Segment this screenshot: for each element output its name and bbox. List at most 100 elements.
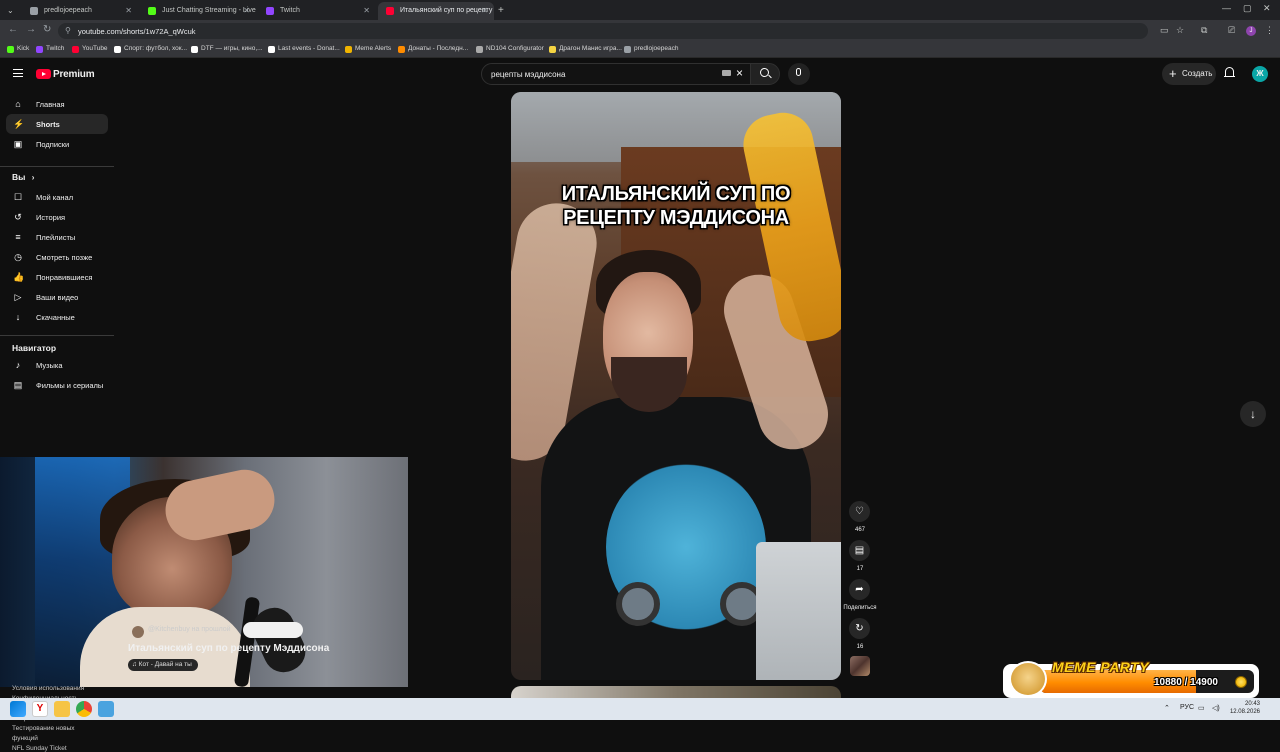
bookmark-star-icon[interactable]: ☆ (1176, 25, 1184, 36)
chrome-icon[interactable] (76, 701, 92, 717)
home-icon: ⌂ (15, 99, 21, 109)
sidebar-item-movies[interactable]: ▤ Фильмы и сериалы (6, 375, 108, 395)
back-arrow-icon[interactable]: ← (8, 24, 18, 35)
yandex-browser-icon[interactable]: Y (32, 701, 48, 717)
bookmark-item[interactable]: Донаты - Последн... (398, 45, 468, 53)
search-input[interactable]: рецепты мэддисона (481, 63, 754, 85)
youtube-premium-logo[interactable]: Premium (36, 68, 95, 80)
sidebar-item-watch-later[interactable]: ◷ Смотреть позже (6, 247, 108, 267)
video-caption-overlay: ИТАЛЬЯНСКИЙ СУП ПО РЕЦЕПТУ МЭДДИСОНА (511, 182, 841, 230)
share-arrow-icon: ➦ (855, 584, 864, 595)
sidebar-item-music[interactable]: ♪ Музыка (6, 355, 108, 375)
downloads-icon: ↓ (15, 312, 21, 322)
share-button[interactable]: ➦ (849, 579, 870, 600)
browser-menu-icon[interactable]: ⋮ (1265, 25, 1274, 36)
remix-button[interactable]: ↻ (849, 618, 870, 639)
close-window-icon[interactable]: ✕ (1263, 3, 1271, 14)
reading-list-icon[interactable]: ⎚ (1228, 25, 1235, 36)
profile-avatar-icon[interactable]: J (1246, 26, 1256, 36)
sidebar-item-shorts[interactable]: ⚡ Shorts (6, 114, 108, 134)
search-button[interactable] (750, 63, 780, 85)
browser-tab[interactable]: predlojoepeach ✕ (22, 2, 138, 20)
tab-close-icon[interactable]: ✕ (481, 6, 488, 15)
menu-hamburger-icon[interactable] (13, 69, 23, 77)
volume-icon[interactable]: ◁) (1212, 704, 1220, 712)
bookmark-label: ND104 Configurator (486, 45, 544, 52)
sidebar-item-channel[interactable]: ☐ Мой канал (6, 187, 108, 207)
minimize-icon[interactable]: — (1222, 3, 1231, 13)
subscribe-button[interactable] (243, 622, 303, 638)
taskbar-clock[interactable]: 20:43 12.08.2026 (1228, 700, 1260, 716)
bookmark-item[interactable]: Спорт: футбол, хок... (114, 45, 187, 53)
bookmark-item[interactable]: Twitch (36, 45, 64, 53)
file-explorer-icon[interactable] (54, 701, 70, 717)
windows-start-icon[interactable] (10, 701, 26, 717)
sidebar-item-playlists[interactable]: ≡ Плейлисты (6, 227, 108, 247)
footer-link[interactable]: Условия использования (12, 685, 84, 692)
sidebar-item-label: Подписки (36, 140, 70, 149)
sound-chip[interactable]: ♫ Кот - Давай на ты (128, 659, 198, 671)
you-section-header[interactable]: Вы › (12, 172, 34, 182)
tray-overflow-icon[interactable]: ⌃ (1164, 704, 1170, 712)
keyboard-language[interactable]: РУС (1180, 704, 1194, 711)
browser-tab[interactable]: Twitch ✕ (258, 2, 376, 20)
clock-date: 12.08.2026 (1229, 709, 1260, 715)
sidebar-item-subscriptions[interactable]: ▣ Подписки (6, 134, 108, 154)
maximize-icon[interactable]: ▢ (1243, 3, 1252, 14)
bookmark-item[interactable]: Драгон Манис игра... (549, 45, 622, 53)
sidebar-item-liked[interactable]: 👍 Понравившиеся (6, 267, 108, 287)
sidebar-item-your-videos[interactable]: ▷ Ваши видео (6, 287, 108, 307)
account-avatar[interactable]: Ж (1252, 66, 1268, 82)
tab-close-icon[interactable]: ✕ (243, 6, 250, 15)
create-button[interactable]: + Создать (1162, 63, 1216, 85)
bookmark-item[interactable]: ND104 Configurator (476, 45, 544, 53)
sidebar-divider (0, 166, 114, 167)
voice-search-button[interactable] (788, 63, 810, 85)
new-tab-button[interactable]: + (496, 2, 510, 20)
notepad-icon[interactable] (98, 701, 114, 717)
like-button[interactable]: ♡ (849, 501, 870, 522)
extensions-icon[interactable]: ⧉ (1201, 25, 1207, 36)
bookmark-item[interactable]: predlojoepeach (624, 45, 678, 53)
doge-icon (1009, 661, 1047, 697)
youtube-page: Premium рецепты мэддисона × + Создать Ж … (0, 58, 1280, 752)
footer-link[interactable]: Тестирование новых (12, 725, 75, 732)
sidebar-item-downloads[interactable]: ↓ Скачанные (6, 307, 108, 327)
channel-handle[interactable]: @Kitchenbuy на прошлой (148, 626, 231, 633)
sidebar-item-label: Скачанные (36, 313, 75, 322)
footer-link[interactable]: функций (12, 735, 38, 742)
cast-icon[interactable]: ▭ (1160, 25, 1169, 36)
bookmark-favicon-icon (624, 46, 631, 53)
comments-button[interactable]: ▤ (849, 540, 870, 561)
keyboard-icon[interactable] (722, 70, 731, 76)
sidebar-item-history[interactable]: ↺ История (6, 207, 108, 227)
bookmark-item[interactable]: Kick (7, 45, 29, 53)
short-title[interactable]: Итальянский суп по рецепту Мэддисона (128, 643, 329, 654)
sidebar-item-home[interactable]: ⌂ Главная (6, 94, 108, 114)
bookmark-item[interactable]: Last events - Donat... (268, 45, 340, 53)
bookmark-item[interactable]: Meme Alerts (345, 45, 391, 53)
forward-arrow-icon[interactable]: → (26, 24, 36, 35)
footer-link[interactable]: NFL Sunday Ticket (12, 745, 67, 752)
next-short-down-arrow-icon[interactable]: ↓ (1240, 401, 1266, 427)
network-icon[interactable]: ▭ (1198, 704, 1205, 712)
bookmark-item[interactable]: YouTube (72, 45, 108, 53)
webcam-person-arm (159, 464, 281, 546)
channel-avatar[interactable] (132, 626, 144, 638)
browser-tab[interactable]: Итальянский суп по рецепту ✕ (378, 2, 494, 20)
reload-icon[interactable]: ↻ (43, 24, 51, 35)
tab-search-menu[interactable]: ⌄ (4, 2, 18, 20)
tab-close-icon[interactable]: ✕ (363, 6, 370, 15)
url-field[interactable]: ⚲ youtube.com/shorts/1w72A_qWcuk (58, 23, 1148, 39)
site-info-icon[interactable]: ⚲ (65, 26, 71, 35)
tab-close-icon[interactable]: ✕ (125, 6, 132, 15)
bookmark-item[interactable]: DTF — игры, кино,... (191, 45, 263, 53)
clear-search-icon[interactable]: × (736, 66, 743, 80)
tab-favicon-icon (148, 7, 156, 15)
sound-thumbnail[interactable] (850, 656, 870, 676)
browser-tab[interactable]: Just Chatting Streaming - Live ✕ (140, 2, 256, 20)
sidebar-item-label: Фильмы и сериалы (36, 381, 104, 390)
notifications-bell-icon[interactable] (1224, 67, 1235, 79)
short-video-player[interactable]: ИТАЛЬЯНСКИЙ СУП ПО РЕЦЕПТУ МЭДДИСОНА (511, 92, 841, 680)
coin-icon (1235, 676, 1247, 688)
